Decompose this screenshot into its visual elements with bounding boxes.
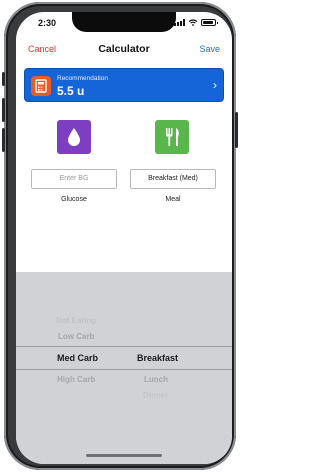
battery-icon [201, 19, 218, 26]
meal-label: Meal [165, 196, 181, 203]
picker-selection-top-line [16, 346, 232, 347]
picker-carb-option[interactable]: Low Carb [58, 332, 94, 341]
bg-input[interactable]: Enter BG [31, 169, 117, 189]
picker-carb-option[interactable]: High Carb [57, 375, 95, 384]
nav-bar: Cancel Calculator Save [16, 38, 232, 62]
home-indicator[interactable] [86, 454, 162, 457]
glucose-tile[interactable] [57, 120, 91, 154]
picker-meal-option[interactable]: Dinner [143, 391, 168, 400]
picker-selection-bottom-line [16, 369, 232, 370]
app-screen: 2:30 Cancel Calculator Save Recommendati… [16, 12, 232, 464]
notch [72, 12, 176, 32]
picker-carb-selected[interactable]: Med Carb [57, 353, 98, 363]
status-time: 2:30 [38, 18, 57, 28]
fork-knife-icon [166, 128, 179, 146]
picker-meal-selected[interactable]: Breakfast [137, 353, 178, 363]
save-button[interactable]: Save [199, 44, 220, 54]
phone-power-button [235, 112, 238, 148]
phone-mute-switch [2, 72, 5, 86]
picker-carb-option[interactable]: Not Eating [56, 316, 96, 325]
meal-tile[interactable] [155, 120, 189, 154]
phone-volume-down-button [2, 128, 5, 152]
recommendation-value: 5.5 u [57, 84, 85, 98]
chevron-right-icon: › [213, 78, 217, 92]
status-icons [174, 19, 218, 26]
meal-select[interactable]: Breakfast (Med) [130, 169, 216, 189]
signal-icon [174, 19, 185, 26]
meal-picker[interactable]: Not Eating Low Carb Med Carb Breakfast H… [16, 272, 232, 464]
blood-drop-icon [68, 128, 80, 146]
phone-volume-up-button [2, 98, 5, 122]
picker-meal-option[interactable]: Lunch [144, 375, 168, 384]
recommendation-banner[interactable]: Recommendation 5.5 u › [24, 68, 224, 102]
calculator-icon [31, 76, 51, 96]
recommendation-label: Recommendation [57, 75, 108, 82]
wifi-icon [188, 19, 198, 26]
glucose-label: Glucose [61, 196, 87, 203]
